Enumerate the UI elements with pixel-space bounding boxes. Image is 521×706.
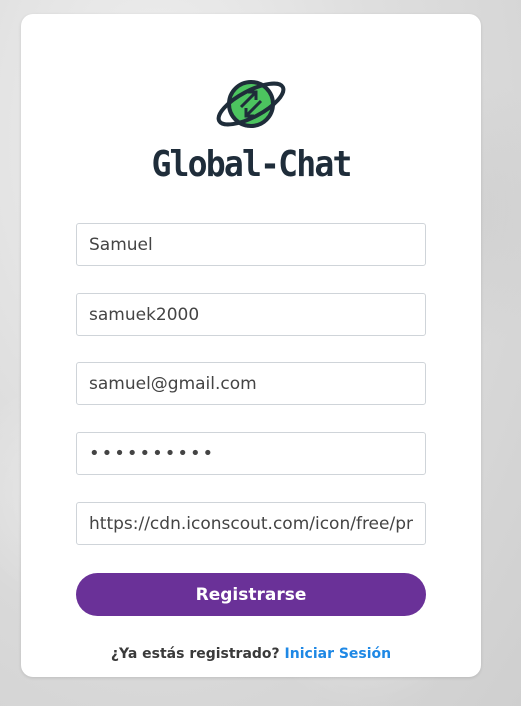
password-field[interactable] [76, 432, 426, 475]
login-prompt-text: ¿Ya estás registrado? [110, 646, 280, 662]
avatar-url-field[interactable] [76, 502, 426, 545]
logo: Global-Chat [21, 74, 481, 185]
email-field[interactable] [76, 362, 426, 405]
name-field[interactable] [76, 223, 426, 266]
login-link[interactable]: Iniciar Sesión [285, 646, 392, 662]
register-card: Global-Chat Registrarse ¿Ya estás regist… [21, 14, 481, 677]
username-field[interactable] [76, 293, 426, 336]
rotating-globe-orbit-icon [216, 80, 286, 128]
brand-name: Global-Chat [151, 144, 352, 185]
login-prompt: ¿Ya estás registrado? Iniciar Sesión [21, 646, 481, 662]
register-button[interactable]: Registrarse [76, 573, 426, 616]
